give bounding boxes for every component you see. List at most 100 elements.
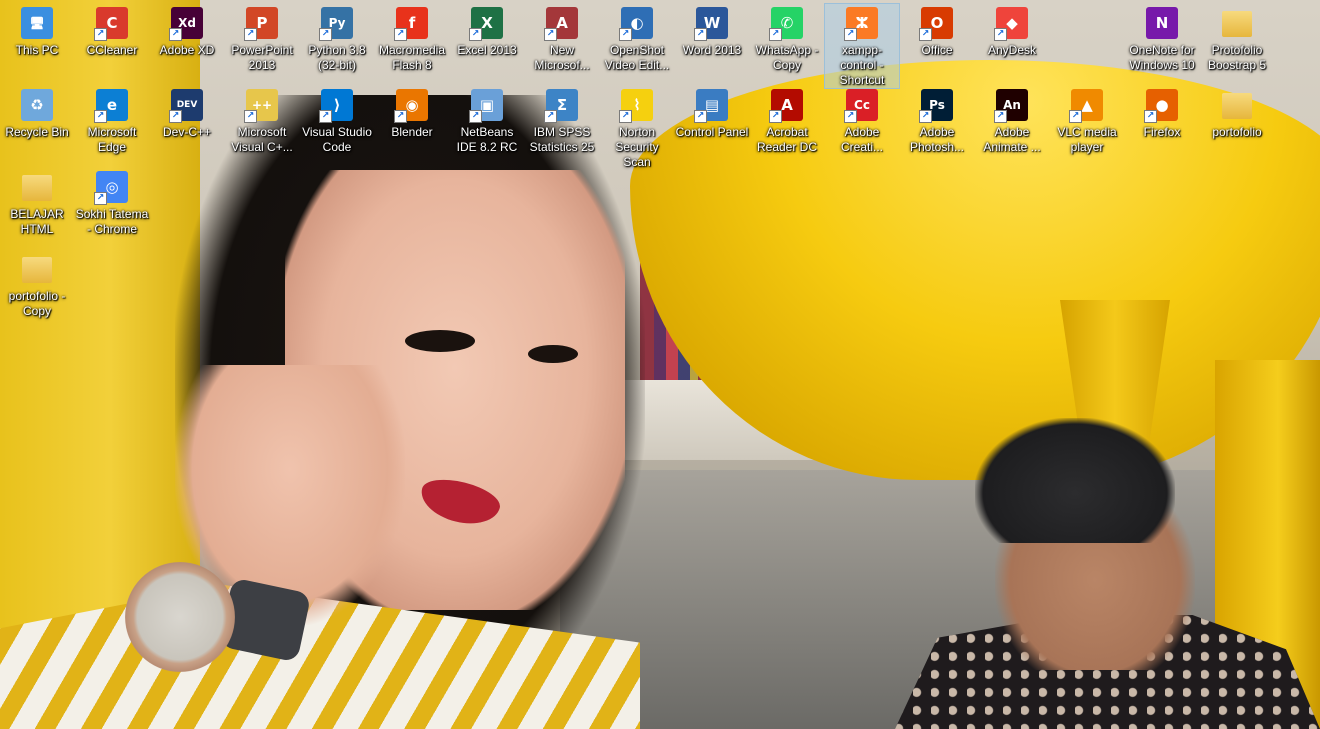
desktop-icon-adobe-xd[interactable]: Xd ↗ Adobe XD: [150, 4, 224, 58]
desktop-icon-label: OpenShot Video Edit...: [604, 43, 670, 72]
shortcut-arrow-icon: ↗: [994, 28, 1007, 41]
norton-icon: ⌇ ↗: [619, 89, 653, 123]
shortcut-arrow-icon: ↗: [844, 28, 857, 41]
desktop-icon-dev-c[interactable]: DEV ↗ Dev-C++: [150, 86, 224, 140]
shortcut-arrow-icon: ↗: [469, 110, 482, 123]
desktop-icon-norton-security-scan[interactable]: ⌇ ↗ Norton Security Scan: [600, 86, 674, 170]
desktop-icon-vlc-media-player[interactable]: ▲ ↗ VLC media player: [1050, 86, 1124, 155]
desktop-icon-label: BELAJAR HTML: [10, 207, 64, 236]
desktop-icon-label: portofolio: [1212, 125, 1262, 139]
desktop-icon-powerpoint-2013[interactable]: P ↗ PowerPoint 2013: [225, 4, 299, 73]
powerpoint-icon: P ↗: [244, 7, 278, 41]
folder-icon: [1222, 11, 1252, 37]
desktop-icon-portofolio[interactable]: portofolio: [1200, 86, 1274, 140]
desktop-icon-label: NetBeans IDE 8.2 RC: [456, 125, 518, 154]
desktop-icon-label: Acrobat Reader DC: [756, 125, 818, 154]
desktop-icon-sokhi-tatema-chrome[interactable]: ◎ ↗ Sokhi Tatema - Chrome: [75, 168, 149, 237]
desktop-icon-this-pc[interactable]: 🖥 This PC: [0, 4, 74, 58]
desktop-icon-office[interactable]: O ↗ Office: [900, 4, 974, 58]
folder-icon: [22, 257, 52, 283]
desktop-icon-macromedia-flash-8[interactable]: f ↗ Macromedia Flash 8: [375, 4, 449, 73]
desktop-icon-portofolio-copy[interactable]: portofolio - Copy: [0, 250, 74, 319]
desktop-icon-label: WhatsApp - Copy: [755, 43, 819, 72]
blender-icon: ◉ ↗: [394, 89, 428, 123]
desktop-icon-label: Control Panel: [675, 125, 749, 139]
wallpaper-watch: [125, 562, 235, 672]
shortcut-arrow-icon: ↗: [619, 110, 632, 123]
desktop-icon-new-microsof[interactable]: A ↗ New Microsof...: [525, 4, 599, 73]
desktop-icon-adobe-photosh[interactable]: Ps ↗ Adobe Photosh...: [900, 86, 974, 155]
netbeans-icon: ▣ ↗: [469, 89, 503, 123]
chrome-icon: ◎ ↗: [94, 171, 128, 205]
desktop-icon-netbeans-ide-8-2-rc[interactable]: ▣ ↗ NetBeans IDE 8.2 RC: [450, 86, 524, 155]
shortcut-arrow-icon: ↗: [1069, 110, 1082, 123]
adobe-xd-icon: Xd ↗: [169, 7, 203, 41]
dev-cpp-icon: DEV ↗: [169, 89, 203, 123]
desktop-icon-protofolio-boostrap-5[interactable]: Protofolio Boostrap 5: [1200, 4, 1274, 73]
desktop-icon-label: Protofolio Boostrap 5: [1207, 43, 1267, 72]
desktop-icon-adobe-animate[interactable]: An ↗ Adobe Animate ...: [975, 86, 1049, 155]
desktop-icon-adobe-creati[interactable]: Cc ↗ Adobe Creati...: [825, 86, 899, 155]
desktop-icon-xampp-control-shortcut[interactable]: ⵣ ↗ xampp-control - Shortcut: [824, 3, 900, 89]
desktop-icon-python-3-8-32-bit[interactable]: Py ↗ Python 3.8 (32-bit): [300, 4, 374, 73]
desktop-icon-label: This PC: [15, 43, 59, 57]
desktop-icon-belajar-html[interactable]: BELAJAR HTML: [0, 168, 74, 237]
shortcut-arrow-icon: ↗: [319, 28, 332, 41]
desktop-icon-microsoft-edge[interactable]: e ↗ Microsoft Edge: [75, 86, 149, 155]
desktop-icon-label: AnyDesk: [987, 43, 1037, 57]
desktop-icon-label: IBM SPSS Statistics 25: [529, 125, 595, 154]
shortcut-arrow-icon: ↗: [544, 28, 557, 41]
desktop-icon-recycle-bin[interactable]: ♻ Recycle Bin: [0, 86, 74, 140]
desktop-icon-label: Recycle Bin: [5, 125, 69, 139]
shortcut-arrow-icon: ↗: [394, 28, 407, 41]
control-panel-icon: ▤ ↗: [694, 89, 728, 123]
desktop-icon-visual-studio-code[interactable]: ⟩ ↗ Visual Studio Code: [300, 86, 374, 155]
desktop-icon-word-2013[interactable]: W ↗ Word 2013: [675, 4, 749, 58]
office-icon: O ↗: [919, 7, 953, 41]
desktop[interactable]: 🖥 This PC C ↗ CCleaner Xd ↗ Adobe XD P ↗ PowerPoin…: [0, 0, 1320, 729]
wallpaper-eye-left: [405, 330, 475, 352]
desktop-icon-openshot-video-edit[interactable]: ◐ ↗ OpenShot Video Edit...: [600, 4, 674, 73]
firefox-icon: ● ↗: [1144, 89, 1178, 123]
desktop-icon-label: OneNote for Windows 10: [1129, 43, 1195, 72]
shortcut-arrow-icon: ↗: [544, 110, 557, 123]
desktop-icon-label: VLC media player: [1057, 125, 1117, 154]
shortcut-arrow-icon: ↗: [94, 110, 107, 123]
shortcut-arrow-icon: ↗: [94, 192, 107, 205]
recycle-bin-icon: ♻: [21, 89, 53, 121]
desktop-icon-label: CCleaner: [86, 43, 138, 57]
desktop-icon-ibm-spss-statistics-25[interactable]: Σ ↗ IBM SPSS Statistics 25: [525, 86, 599, 155]
shortcut-arrow-icon: ↗: [919, 28, 932, 41]
shortcut-arrow-icon: ↗: [694, 28, 707, 41]
desktop-icon-firefox[interactable]: ● ↗ Firefox: [1125, 86, 1199, 140]
python-icon: Py ↗: [319, 7, 353, 41]
desktop-icon-label: Dev-C++: [162, 125, 212, 139]
shortcut-arrow-icon: ↗: [244, 110, 257, 123]
anydesk-icon: ◆ ↗: [994, 7, 1028, 41]
desktop-icon-label: Norton Security Scan: [615, 125, 659, 169]
desktop-icon-whatsapp-copy[interactable]: ✆ ↗ WhatsApp - Copy: [750, 4, 824, 73]
openshot-icon: ◐ ↗: [619, 7, 653, 41]
desktop-icon-label: Adobe Animate ...: [983, 125, 1041, 154]
desktop-icon-ccleaner[interactable]: C ↗ CCleaner: [75, 4, 149, 58]
desktop-icon-anydesk[interactable]: ◆ ↗ AnyDesk: [975, 4, 1049, 58]
shortcut-arrow-icon: ↗: [244, 28, 257, 41]
edge-icon: e ↗: [94, 89, 128, 123]
shortcut-arrow-icon: ↗: [319, 110, 332, 123]
desktop-icon-blender[interactable]: ◉ ↗ Blender: [375, 86, 449, 140]
desktop-icon-excel-2013[interactable]: X ↗ Excel 2013: [450, 4, 524, 58]
desktop-icon-acrobat-reader-dc[interactable]: A ↗ Acrobat Reader DC: [750, 86, 824, 155]
shortcut-arrow-icon: ↗: [394, 110, 407, 123]
shortcut-arrow-icon: ↗: [994, 110, 1007, 123]
onenote-icon: N: [1146, 7, 1178, 39]
vscode-icon: ⟩ ↗: [319, 89, 353, 123]
shortcut-arrow-icon: ↗: [94, 28, 107, 41]
shortcut-arrow-icon: ↗: [919, 110, 932, 123]
desktop-icon-label: Office: [921, 43, 953, 57]
desktop-icon-onenote-for-windows-10[interactable]: N OneNote for Windows 10: [1125, 4, 1199, 73]
desktop-icon-microsoft-visual-c[interactable]: ++ ↗ Microsoft Visual C+...: [225, 86, 299, 155]
shortcut-arrow-icon: ↗: [169, 28, 182, 41]
desktop-icon-control-panel[interactable]: ▤ ↗ Control Panel: [675, 86, 749, 140]
shortcut-arrow-icon: ↗: [769, 28, 782, 41]
desktop-icon-label: Microsoft Edge: [87, 125, 137, 154]
